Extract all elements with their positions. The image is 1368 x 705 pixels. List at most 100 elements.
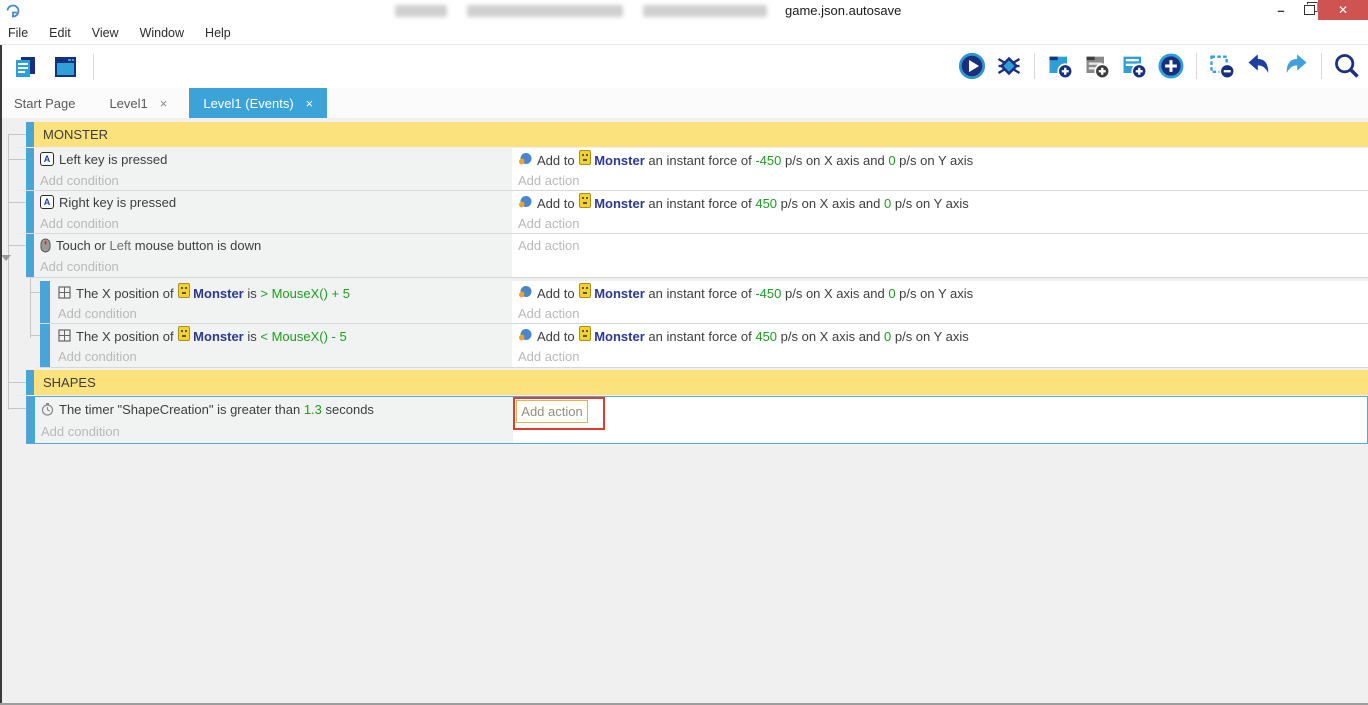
action-text: Add to Monster an instant force of 450 p… bbox=[537, 326, 969, 344]
tree-line bbox=[8, 408, 26, 409]
condition-text: The X position of Monster is < MouseX() … bbox=[76, 326, 347, 344]
add-condition-placeholder[interactable]: Add condition bbox=[34, 256, 512, 276]
add-condition-placeholder[interactable]: Add condition bbox=[52, 303, 512, 323]
add-action-placeholder[interactable]: Add action bbox=[512, 303, 1368, 323]
scene-editor-button[interactable] bbox=[48, 50, 82, 84]
add-subevent-icon bbox=[1123, 56, 1148, 80]
add-action-placeholder[interactable]: Add action bbox=[512, 213, 1368, 233]
conditions-cell: The X position of Monster is > MouseX() … bbox=[52, 281, 512, 323]
remove-selection-icon bbox=[1210, 55, 1236, 80]
event-row-touch-mouse[interactable]: Touch or Left mouse button is down Add c… bbox=[26, 234, 1368, 278]
add-comment-icon bbox=[1086, 56, 1111, 80]
add-condition-placeholder[interactable]: Add condition bbox=[52, 346, 512, 366]
position-icon bbox=[58, 328, 71, 342]
condition-text: The X position of Monster is > MouseX() … bbox=[76, 283, 350, 301]
minimize-button[interactable]: – bbox=[1266, 0, 1296, 20]
actions-cell: Add to Monster an instant force of 450 p… bbox=[512, 324, 1368, 367]
condition-line[interactable]: The timer "ShapeCreation" is greater tha… bbox=[35, 397, 513, 421]
add-event-icon bbox=[1049, 56, 1074, 80]
debug-button[interactable] bbox=[992, 49, 1026, 83]
preview-play-button[interactable] bbox=[955, 49, 989, 83]
debug-bug-icon bbox=[997, 56, 1021, 76]
event-bar bbox=[26, 122, 34, 147]
action-line[interactable]: Add to Monster an instant force of 450 p… bbox=[512, 324, 1368, 346]
keyboard-key-icon: A bbox=[40, 152, 54, 166]
menu-window[interactable]: Window bbox=[140, 26, 184, 40]
condition-line[interactable]: The X position of Monster is > MouseX() … bbox=[52, 281, 512, 303]
group-header-label: SHAPES bbox=[34, 370, 1368, 395]
close-button[interactable]: ✕ bbox=[1318, 0, 1368, 20]
add-condition-placeholder[interactable]: Add condition bbox=[34, 170, 512, 190]
action-line[interactable]: Add to Monster an instant force of -450 … bbox=[512, 148, 1368, 170]
remove-selection-button[interactable] bbox=[1205, 49, 1239, 83]
menu-view[interactable]: View bbox=[92, 26, 119, 40]
title-bar: game.json.autosave – ✕ bbox=[0, 0, 1368, 23]
redo-icon bbox=[1286, 54, 1307, 73]
collapse-triangle-icon[interactable] bbox=[1, 255, 11, 261]
toolbar-separator bbox=[1196, 53, 1197, 79]
add-event-button[interactable] bbox=[1043, 49, 1077, 83]
add-action-placeholder[interactable]: Add action bbox=[512, 170, 1368, 190]
force-icon bbox=[519, 153, 532, 165]
condition-line[interactable]: The X position of Monster is < MouseX() … bbox=[52, 324, 512, 346]
menu-file[interactable]: File bbox=[8, 26, 28, 40]
add-subevent-button[interactable] bbox=[1117, 49, 1151, 83]
tree-line bbox=[8, 134, 26, 135]
add-action-placeholder[interactable]: Add action bbox=[512, 346, 1368, 366]
actions-cell: Add action bbox=[513, 397, 1367, 443]
minimize-icon: – bbox=[1277, 2, 1285, 18]
action-line[interactable]: Add to Monster an instant force of -450 … bbox=[512, 281, 1368, 303]
toolbar-separator bbox=[1321, 53, 1322, 79]
tree-line bbox=[30, 276, 31, 338]
conditions-cell: The X position of Monster is < MouseX() … bbox=[52, 324, 512, 367]
menu-bar: File Edit View Window Help bbox=[0, 22, 1368, 45]
tab-close-icon[interactable]: × bbox=[306, 96, 314, 111]
project-manager-button[interactable] bbox=[8, 50, 42, 84]
search-button[interactable] bbox=[1330, 49, 1364, 83]
group-header-monster[interactable]: MONSTER bbox=[26, 122, 1368, 147]
tab-level1-events[interactable]: Level1 (Events) × bbox=[189, 88, 328, 118]
tab-label: Level1 bbox=[109, 95, 148, 111]
restore-icon bbox=[1303, 5, 1315, 15]
condition-text: The timer "ShapeCreation" is greater tha… bbox=[59, 401, 374, 417]
subevent-row-xpos-gt[interactable]: The X position of Monster is > MouseX() … bbox=[40, 281, 1368, 324]
condition-line[interactable]: Touch or Left mouse button is down bbox=[34, 234, 512, 256]
add-condition-placeholder[interactable]: Add condition bbox=[35, 421, 513, 441]
position-icon bbox=[58, 285, 71, 299]
force-icon bbox=[519, 196, 532, 208]
tree-line bbox=[8, 159, 26, 160]
action-line[interactable]: Add to Monster an instant force of 450 p… bbox=[512, 191, 1368, 213]
tree-line bbox=[30, 335, 40, 336]
group-header-shapes[interactable]: SHAPES bbox=[26, 370, 1368, 395]
tab-start-page[interactable]: Start Page bbox=[0, 88, 89, 118]
conditions-cell: Touch or Left mouse button is down Add c… bbox=[34, 234, 512, 277]
event-bar bbox=[26, 234, 34, 277]
menu-help[interactable]: Help bbox=[205, 26, 231, 40]
tab-level1[interactable]: Level1 × bbox=[95, 88, 181, 118]
force-icon bbox=[519, 329, 532, 341]
condition-line[interactable]: A Right key is pressed bbox=[34, 191, 512, 213]
menu-edit[interactable]: Edit bbox=[49, 26, 71, 40]
condition-text: Touch or Left mouse button is down bbox=[56, 237, 262, 253]
event-row-timer[interactable]: The timer "ShapeCreation" is greater tha… bbox=[26, 396, 1368, 444]
add-special-event-button[interactable] bbox=[1154, 49, 1188, 83]
redo-button[interactable] bbox=[1279, 49, 1313, 83]
tab-bar: Start Page Level1 × Level1 (Events) × bbox=[0, 88, 1368, 118]
tab-close-icon[interactable]: × bbox=[160, 96, 168, 111]
add-action-placeholder[interactable]: Add action bbox=[512, 234, 1368, 256]
tree-line bbox=[8, 134, 9, 410]
conditions-cell: The timer "ShapeCreation" is greater tha… bbox=[35, 397, 513, 443]
event-bar bbox=[40, 324, 50, 367]
annotation-red-box bbox=[513, 397, 605, 430]
actions-cell: Add to Monster an instant force of -450 … bbox=[512, 148, 1368, 190]
toolbar-separator bbox=[1034, 53, 1035, 79]
add-condition-placeholder[interactable]: Add condition bbox=[34, 213, 512, 233]
condition-line[interactable]: A Left key is pressed bbox=[34, 148, 512, 170]
event-row-left-key[interactable]: A Left key is pressed Add condition Add … bbox=[26, 148, 1368, 191]
event-row-right-key[interactable]: A Right key is pressed Add condition Add… bbox=[26, 191, 1368, 234]
events-sheet: MONSTER A Left key is pressed Add condit… bbox=[0, 118, 1368, 703]
subevent-row-xpos-lt[interactable]: The X position of Monster is < MouseX() … bbox=[40, 324, 1368, 368]
add-comment-button[interactable] bbox=[1080, 49, 1114, 83]
undo-button[interactable] bbox=[1242, 49, 1276, 83]
window-left-edge bbox=[0, 45, 2, 703]
